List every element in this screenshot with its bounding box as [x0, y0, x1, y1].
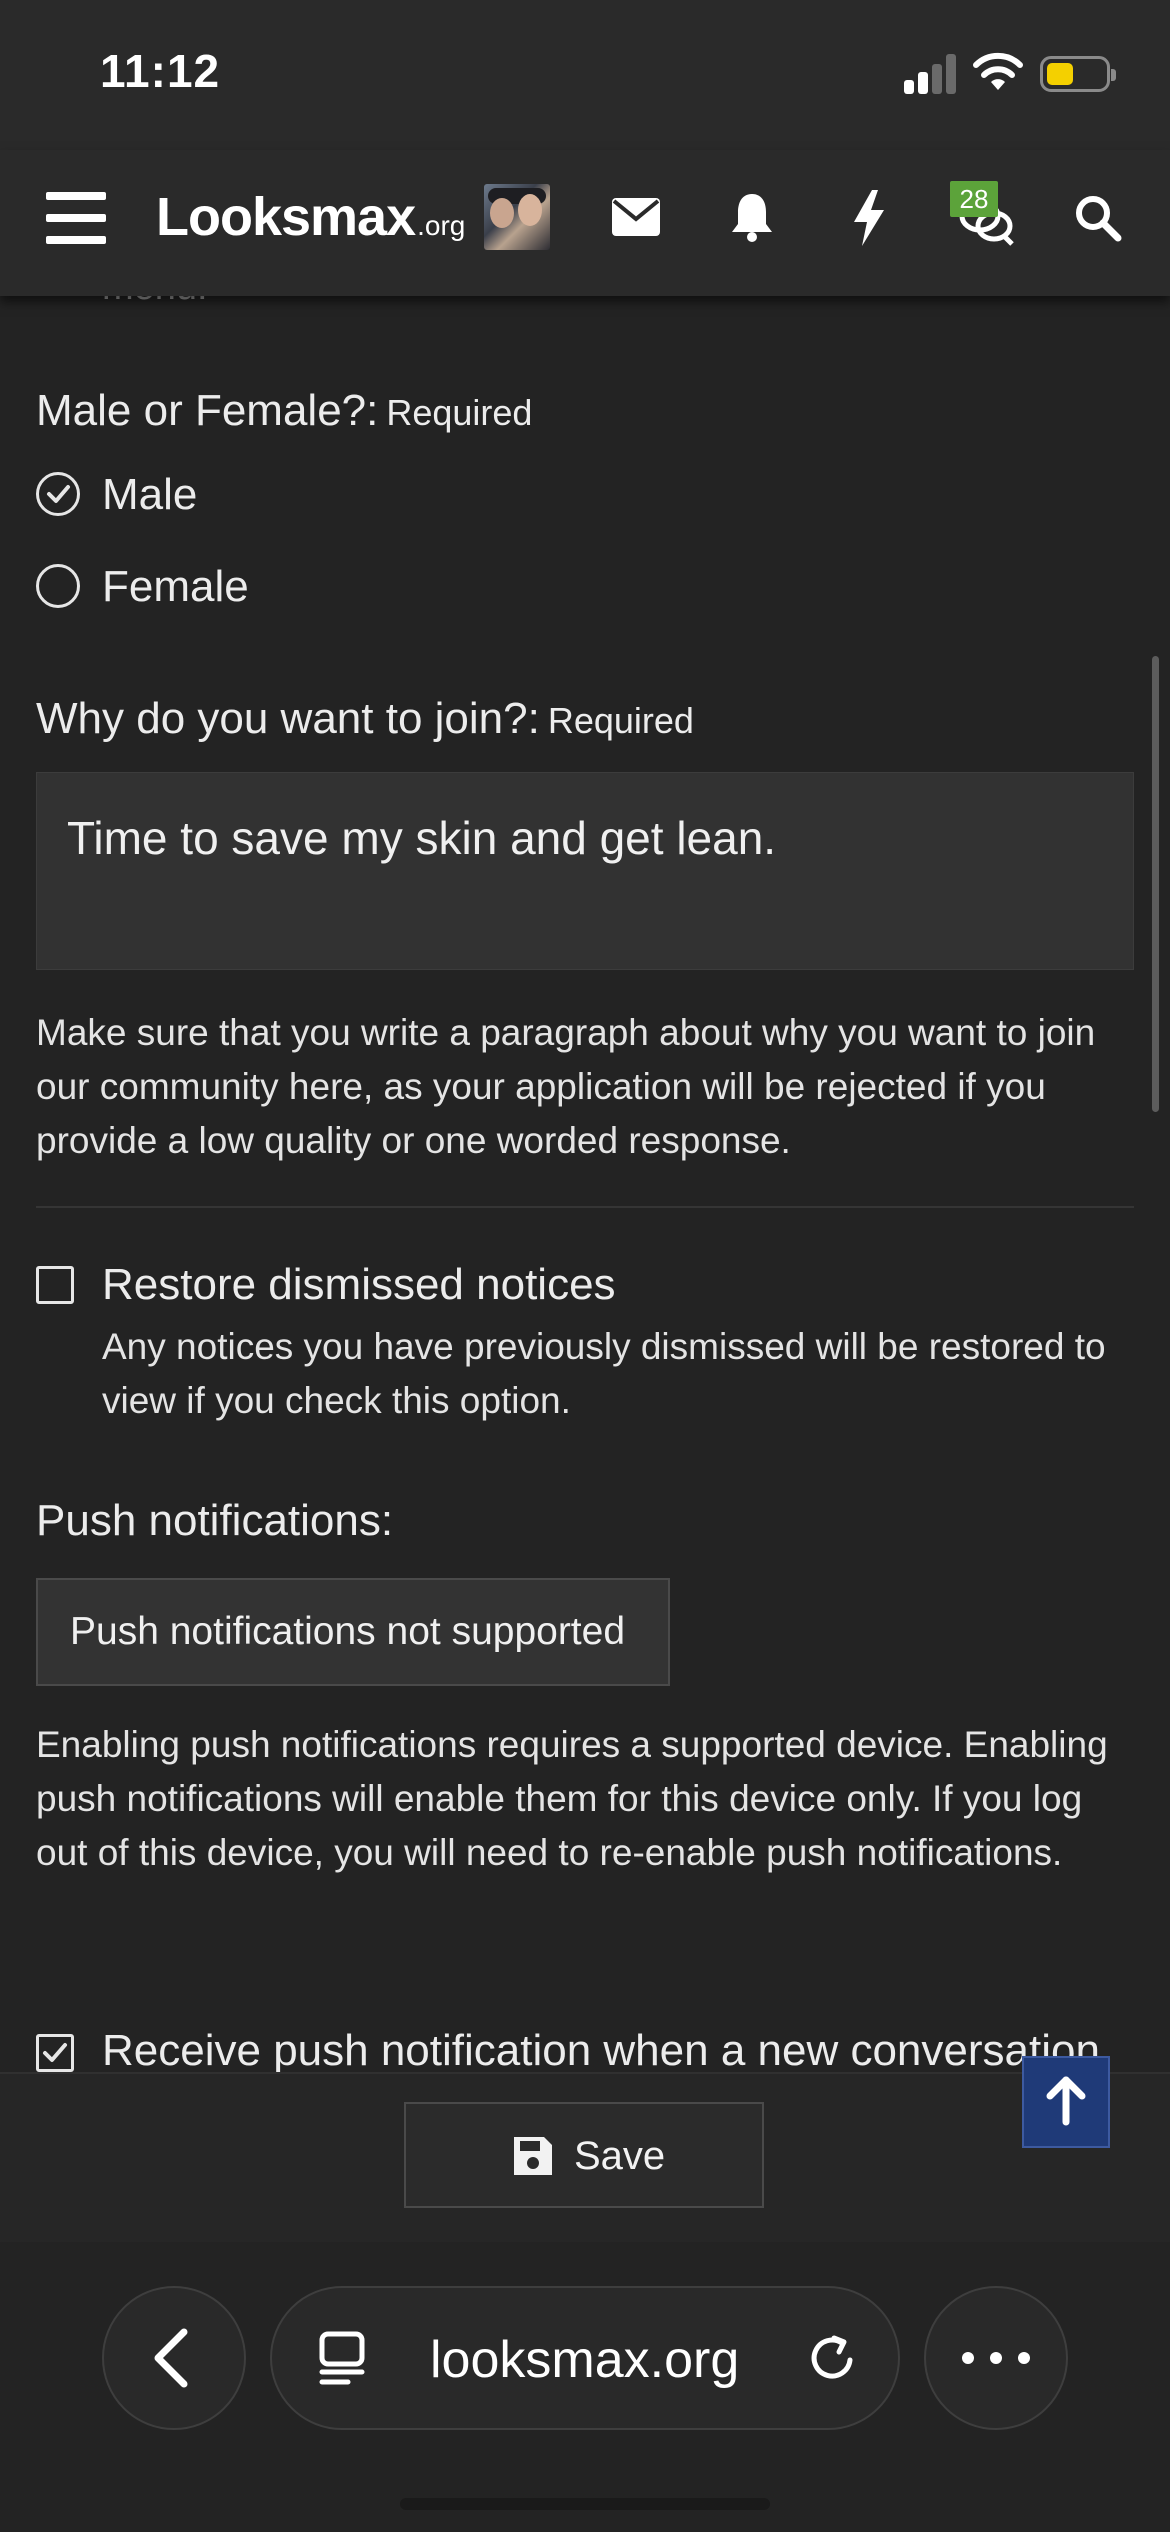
more-options-button[interactable]	[924, 2286, 1068, 2430]
wifi-icon	[973, 52, 1023, 90]
reload-icon[interactable]	[804, 2330, 860, 2386]
form-content: menu. Male or Female?:Required Male Fema…	[0, 296, 1170, 2072]
restore-notices-label[interactable]: Restore dismissed notices	[102, 1260, 616, 1310]
status-time: 11:12	[100, 45, 221, 97]
chevron-left-icon	[154, 2328, 188, 2388]
ellipsis-icon	[962, 2352, 1030, 2364]
lightning-icon[interactable]	[852, 190, 886, 246]
radio-label: Female	[102, 562, 249, 611]
scrollbar[interactable]	[1152, 656, 1159, 1112]
avatar[interactable]	[484, 184, 550, 250]
site-header: Looksmax.org 28	[0, 150, 1170, 296]
required-marker: Required	[386, 392, 533, 433]
form-submit-bar: Save	[0, 2072, 1170, 2242]
receive-push-checkbox[interactable]	[36, 2034, 74, 2072]
truncated-text: menu.	[102, 296, 208, 309]
why-join-field-label: Why do you want to join?: Required	[36, 694, 694, 743]
address-bar[interactable]: looksmax.org	[270, 2286, 900, 2430]
save-label: Save	[574, 2134, 666, 2178]
scroll-to-top-button[interactable]	[1022, 2056, 1110, 2148]
url-text[interactable]: looksmax.org	[430, 2330, 739, 2390]
bell-icon[interactable]	[730, 192, 774, 242]
receive-push-label[interactable]: Receive push notification when a new con…	[102, 2026, 1100, 2072]
back-button[interactable]	[102, 2286, 246, 2430]
chat-count-badge[interactable]: 28	[950, 181, 998, 217]
restore-notices-hint: Any notices you have previously dismisse…	[102, 1326, 1106, 1421]
browser-toolbar: looksmax.org	[0, 2242, 1170, 2532]
home-indicator	[400, 2498, 770, 2510]
push-notifications-button[interactable]: Push notifications not supported	[36, 1578, 670, 1686]
radio-label: Male	[102, 470, 198, 519]
gender-field-label: Male or Female?: Required	[36, 386, 533, 435]
why-join-hint: Make sure that you write a paragraph abo…	[36, 1012, 1096, 1161]
divider	[36, 1206, 1134, 1208]
radio-checked-icon[interactable]	[36, 472, 80, 516]
radio-unchecked-icon[interactable]	[36, 564, 80, 608]
push-notifications-hint: Enabling push notifications requires a s…	[36, 1724, 1108, 1873]
battery-icon	[1040, 56, 1116, 92]
menu-icon[interactable]	[46, 192, 108, 246]
floppy-disk-icon	[514, 2137, 552, 2175]
push-notifications-label: Push notifications:	[36, 1496, 394, 1545]
site-logo[interactable]: Looksmax.org	[156, 186, 465, 248]
why-join-textarea[interactable]: Time to save my skin and get lean.	[36, 772, 1134, 970]
status-bar: 11:12	[0, 0, 1170, 150]
tab-icon	[319, 2331, 365, 2385]
restore-notices-checkbox[interactable]	[36, 1266, 74, 1304]
mail-icon[interactable]	[612, 198, 660, 236]
cellular-signal-icon	[904, 52, 960, 94]
required-marker: Required	[547, 700, 694, 741]
search-icon[interactable]	[1074, 194, 1122, 242]
save-button[interactable]: Save	[404, 2102, 764, 2208]
arrow-up-icon	[1046, 2076, 1086, 2126]
